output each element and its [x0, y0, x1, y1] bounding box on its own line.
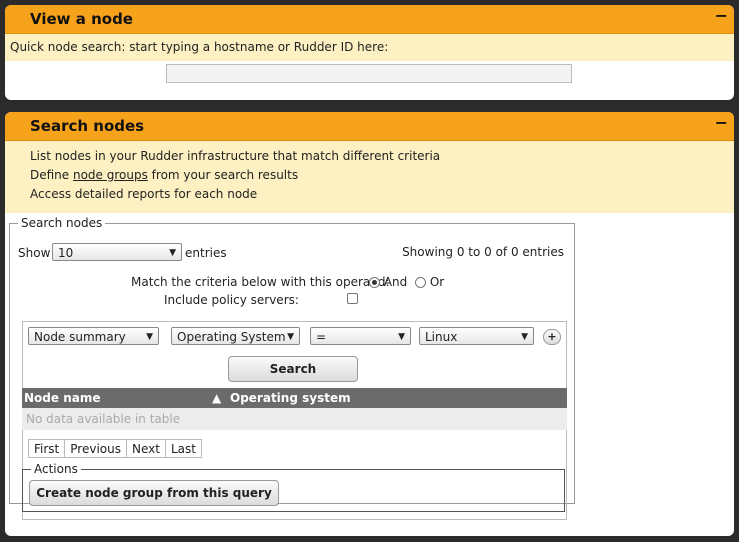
actions-legend: Actions [34, 462, 78, 476]
quick-search-input[interactable] [166, 64, 572, 83]
pager: First Previous Next Last [28, 439, 202, 458]
pager-previous[interactable]: Previous [64, 439, 127, 458]
chevron-down-icon: ▼ [146, 332, 153, 342]
operand-label: Match the criteria below with this opera… [131, 275, 390, 289]
quick-search-info: Quick node search: start typing a hostna… [5, 34, 734, 61]
chevron-down-icon: ▼ [521, 332, 528, 342]
showing-info: Showing 0 to 0 of 0 entries [402, 245, 564, 259]
include-policy-label: Include policy servers: [164, 293, 299, 307]
chevron-down-icon: ▼ [169, 248, 176, 258]
radio-or[interactable] [415, 277, 426, 288]
view-node-header[interactable]: View a node − [5, 5, 734, 34]
col-node-name[interactable]: Node name [24, 391, 100, 405]
criteria-attribute-select[interactable]: Operating System ▼ [171, 327, 300, 345]
node-groups-link[interactable]: node groups [73, 168, 148, 182]
include-policy-checkbox[interactable] [347, 293, 358, 307]
sort-asc-icon[interactable]: ▲ [212, 391, 221, 405]
entries-label: entries [185, 246, 227, 260]
info-line: Define node groups from your search resu… [30, 168, 299, 182]
criteria-comparator-select[interactable]: = ▼ [310, 327, 411, 345]
chevron-down-icon: ▼ [287, 332, 294, 342]
search-info-box: List nodes in your Rudder infrastructure… [5, 141, 734, 213]
search-button[interactable]: Search [228, 356, 358, 382]
search-nodes-header[interactable]: Search nodes − [5, 112, 734, 141]
table-empty-row: No data available in table [22, 408, 567, 430]
pager-first[interactable]: First [28, 439, 66, 458]
collapse-icon[interactable]: − [715, 8, 728, 24]
col-operating-system[interactable]: Operating system [230, 391, 351, 405]
add-criteria-button[interactable]: + [543, 329, 561, 345]
page-size-select[interactable]: 10 ▼ [52, 243, 182, 261]
operand-and[interactable]: And [369, 275, 407, 289]
info-line: List nodes in your Rudder infrastructure… [30, 149, 441, 163]
pager-next[interactable]: Next [125, 439, 166, 458]
radio-and[interactable] [369, 277, 380, 288]
pager-last[interactable]: Last [164, 439, 202, 458]
collapse-icon[interactable]: − [715, 115, 728, 131]
chevron-down-icon: ▼ [398, 332, 405, 342]
search-nodes-panel: Search nodes − List nodes in your Rudder… [5, 112, 734, 536]
quick-search-label: Quick node search: start typing a hostna… [10, 40, 389, 54]
criteria-value-select[interactable]: Linux ▼ [419, 327, 534, 345]
search-nodes-title: Search nodes [30, 117, 145, 135]
info-line: Access detailed reports for each node [30, 187, 258, 201]
view-node-panel: View a node − Quick node search: start t… [5, 5, 734, 100]
actions-fieldset: Actions Create node group from this quer… [22, 462, 565, 512]
show-label: Show [18, 246, 51, 260]
criteria-object-select[interactable]: Node summary ▼ [28, 327, 159, 345]
results-table-header: Node name ▲ Operating system [22, 388, 567, 408]
operand-or[interactable]: Or [415, 275, 444, 289]
search-legend: Search nodes [21, 216, 103, 230]
create-node-group-button[interactable]: Create node group from this query [29, 480, 279, 506]
search-fieldset: Search nodes Show 10 ▼ entries Showing 0 … [9, 216, 575, 520]
view-node-title: View a node [30, 10, 133, 28]
